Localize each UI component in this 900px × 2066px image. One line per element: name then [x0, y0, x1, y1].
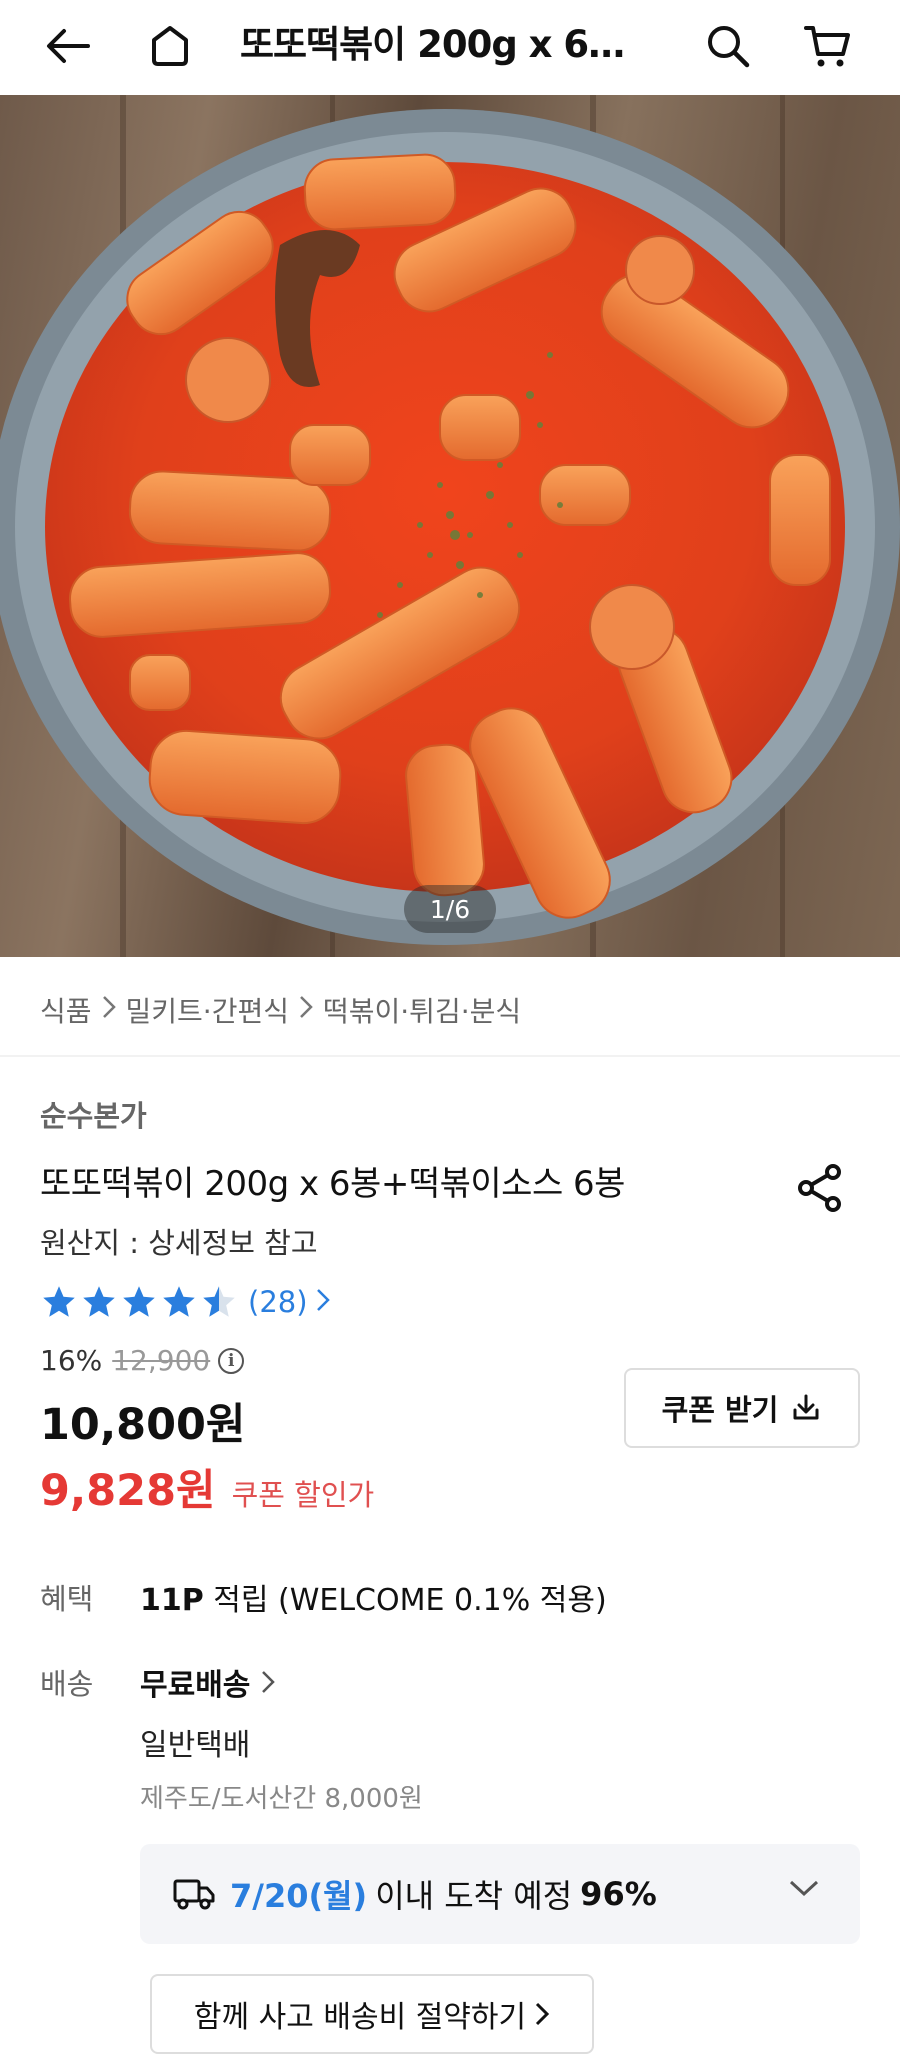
breadcrumb-item[interactable]: 떡볶이·튀김·분식	[323, 990, 521, 1030]
chevron-right-icon	[262, 1671, 276, 1693]
chevron-right-icon[interactable]	[316, 1288, 330, 1316]
top-app-bar: 또또떡볶이 200g x 6…	[0, 0, 900, 95]
home-icon[interactable]	[138, 14, 202, 78]
star-full-icon	[163, 1286, 195, 1317]
benefit-value: 11P 적립 (WELCOME 0.1% 적용)	[140, 1575, 607, 1619]
product-image-carousel[interactable]: 1/6	[0, 95, 900, 957]
discount-rate: 16%	[40, 1344, 103, 1377]
coupon-price: 9,828원	[40, 1466, 216, 1516]
star-half-icon	[203, 1286, 235, 1317]
breadcrumb-item[interactable]: 식품	[40, 990, 92, 1030]
download-icon	[793, 1394, 819, 1420]
chevron-down-icon	[789, 1880, 819, 1897]
rating-row: (28)	[40, 1284, 330, 1320]
truck-icon	[173, 1879, 215, 1910]
shipping-type: 일반택배	[140, 1728, 251, 1763]
eta-date: 7/20(월)	[230, 1877, 368, 1915]
chevron-right-icon	[536, 2002, 550, 2026]
shipping-extra-fee: 제주도/도서산간 8,000원	[140, 1784, 423, 1814]
benefit-label: 혜택	[40, 1582, 94, 1616]
coupon-price-row: 9,828원 쿠폰 할인가	[40, 1456, 374, 1518]
star-rating	[40, 1284, 240, 1320]
shipping-fee-link[interactable]: 무료배송	[140, 1660, 276, 1704]
back-arrow-icon[interactable]	[36, 14, 100, 78]
sale-price: 10,800원	[40, 1400, 246, 1450]
cart-icon[interactable]	[796, 14, 860, 78]
origin-info: 원산지 : 상세정보 참고	[40, 1226, 318, 1260]
shipping-fee: 무료배송	[140, 1668, 251, 1703]
breadcrumb-item[interactable]: 밀키트·간편식	[126, 990, 289, 1030]
coupon-price-label: 쿠폰 할인가	[231, 1478, 375, 1512]
star-full-icon	[123, 1286, 155, 1317]
product-photo	[0, 95, 900, 957]
section-divider	[0, 1055, 900, 1057]
bundle-shipping-button-label: 함께 사고 배송비 절약하기	[193, 2000, 527, 2035]
image-pager-indicator: 1/6	[404, 885, 496, 933]
star-full-icon	[83, 1286, 115, 1317]
chevron-right-icon	[102, 995, 116, 1026]
info-icon[interactable]: i	[218, 1347, 245, 1374]
get-coupon-button[interactable]: 쿠폰 받기	[624, 1368, 860, 1448]
chevron-right-icon	[299, 995, 313, 1026]
benefit-points: 11P	[140, 1583, 204, 1618]
share-icon[interactable]	[790, 1158, 850, 1218]
review-count-link[interactable]: (28)	[248, 1285, 308, 1319]
eta-percent: 96%	[580, 1875, 657, 1913]
brand-name[interactable]: 순수본가	[40, 1093, 147, 1135]
header-title: 또또떡볶이 200g x 6…	[240, 23, 625, 66]
get-coupon-button-label: 쿠폰 받기	[661, 1393, 779, 1427]
eta-text: 이내 도착 예정	[375, 1877, 573, 1915]
search-icon[interactable]	[696, 14, 760, 78]
product-title: 또또떡볶이 200g x 6봉+떡볶이소스 6봉	[40, 1164, 625, 1204]
breadcrumb: 식품 밀키트·간편식 떡볶이·튀김·분식	[40, 990, 521, 1030]
original-price: 12,900	[112, 1344, 211, 1377]
star-full-icon	[43, 1286, 75, 1317]
bundle-shipping-button[interactable]: 함께 사고 배송비 절약하기	[150, 1974, 594, 2054]
delivery-eta-dropdown[interactable]: 7/20(월) 이내 도착 예정 96%	[140, 1844, 860, 1944]
shipping-label: 배송	[40, 1667, 94, 1701]
discount-row: 16% 12,900 i	[40, 1344, 245, 1377]
benefit-text: 적립 (WELCOME 0.1% 적용)	[203, 1583, 607, 1618]
